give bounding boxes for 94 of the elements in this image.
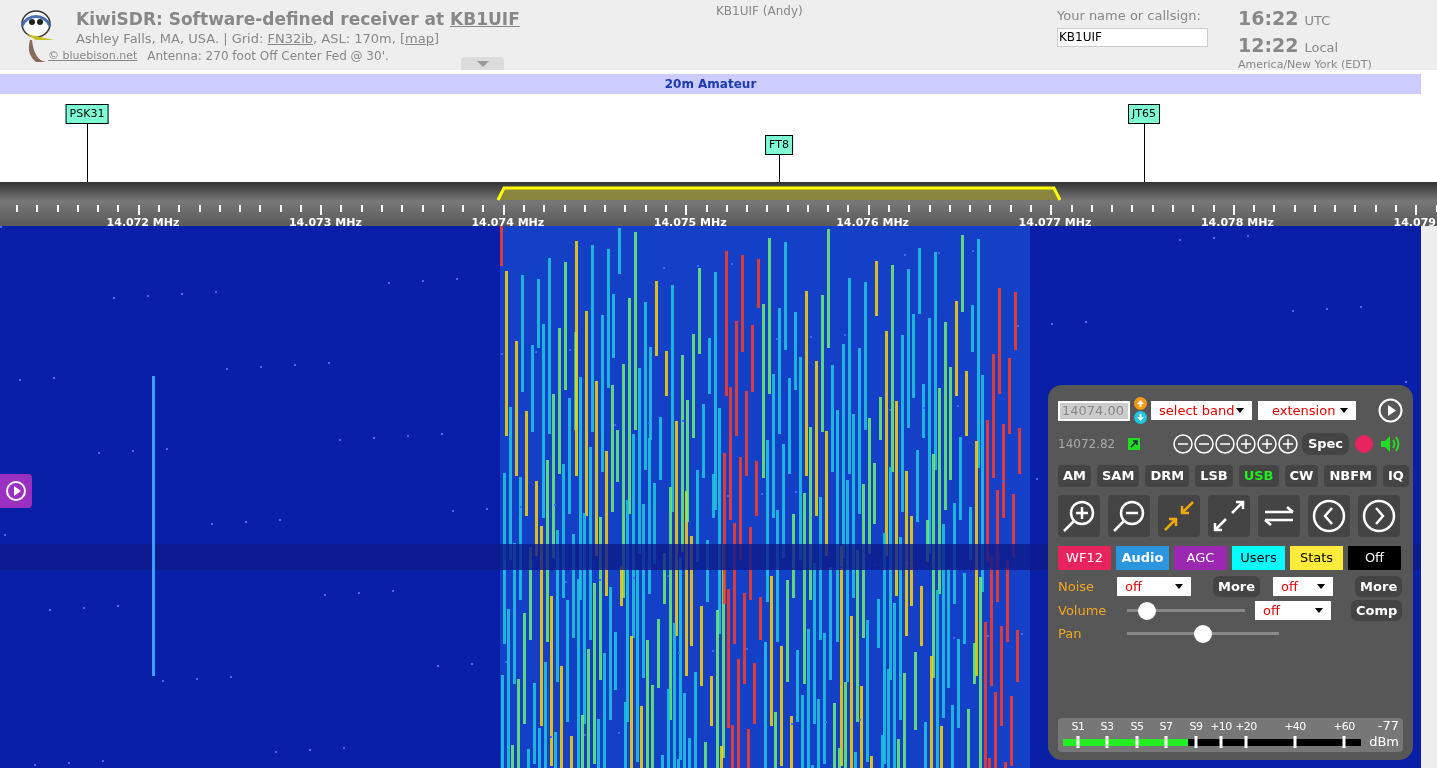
location-text: Ashley Falls, MA, USA. | Grid: FN32ib, ASL: 170m, [map] <box>76 30 441 48</box>
volume-label: Volume <box>1058 601 1108 620</box>
mode-button[interactable]: NBFM <box>1324 465 1377 487</box>
previous-button[interactable] <box>1308 495 1350 537</box>
frequency-label: 14.074 MHz <box>471 215 545 231</box>
filter-select[interactable]: off <box>1273 577 1334 596</box>
mode-button[interactable]: SAM <box>1097 465 1140 487</box>
next-icon <box>1361 498 1397 534</box>
panel-tab[interactable]: Stats <box>1290 546 1343 570</box>
mode-button[interactable]: AM <box>1058 465 1091 487</box>
mode-marker[interactable]: FT8 <box>765 135 793 155</box>
frequency-label: 14.076 MHz <box>836 215 909 231</box>
frequency-label: 14.072 MHz <box>106 215 180 231</box>
local-label: Local <box>1304 38 1339 57</box>
user-text: KB1UIF (Andy) <box>716 3 803 20</box>
play-button[interactable] <box>0 474 32 508</box>
callsign-field[interactable]: KB1UIF <box>1057 27 1208 47</box>
meter-label: +40 <box>1284 719 1306 735</box>
frequency-label: 14.079 <box>1393 215 1436 231</box>
zoom-in-icon <box>1061 498 1097 534</box>
play-icon <box>5 480 27 502</box>
expand-arrows-button[interactable] <box>1208 495 1250 537</box>
dropdown-caret-icon <box>1340 408 1348 413</box>
zoom-out-icon[interactable] <box>1214 434 1235 454</box>
frequency-label: 14.075 MHz <box>653 215 727 231</box>
panel-tab[interactable]: Users <box>1232 546 1285 570</box>
panel-tab[interactable]: AGC <box>1174 546 1227 570</box>
passband-icon[interactable] <box>496 184 1064 202</box>
caret-icon <box>476 60 489 67</box>
contract-arrows-button[interactable] <box>1158 495 1200 537</box>
meter-label: S9 <box>1189 719 1203 735</box>
meter-label: +20 <box>1235 719 1257 735</box>
mode-button[interactable]: DRM <box>1145 465 1190 487</box>
local-time: 12:22 <box>1238 32 1299 58</box>
play-icon[interactable] <box>1378 398 1403 423</box>
mode-button[interactable]: IQ <box>1383 465 1409 487</box>
dropdown-caret-icon <box>1315 608 1323 613</box>
zoom-out-button[interactable] <box>1108 495 1150 537</box>
band-bar: 20m Amateur <box>0 74 1421 94</box>
mode-marker[interactable]: JT65 <box>1128 104 1160 124</box>
scrollbar[interactable] <box>1421 226 1437 768</box>
mode-button[interactable]: USB <box>1238 465 1279 487</box>
external-link-icon[interactable] <box>1127 438 1140 450</box>
more-button[interactable]: More <box>1355 576 1403 597</box>
zoom-in-icon[interactable] <box>1277 434 1298 454</box>
frequency-label: 14.078 MHz <box>1200 215 1274 231</box>
dropdown-caret-icon <box>1236 408 1244 413</box>
band-select[interactable]: select band <box>1151 401 1252 420</box>
frequency-label: 14.073 MHz <box>288 215 362 231</box>
utc-label: UTC <box>1304 12 1331 30</box>
zoom-in-icon[interactable] <box>1235 434 1256 454</box>
previous-icon <box>1311 498 1347 534</box>
meter-label: +60 <box>1333 719 1355 735</box>
zoom-in-icon[interactable] <box>1256 434 1277 454</box>
name-label: Your name or callsign: <box>1057 8 1202 24</box>
comp-select[interactable]: off <box>1255 601 1331 620</box>
meter-unit: dBm <box>1369 733 1399 751</box>
swap-arrows-button[interactable] <box>1258 495 1300 537</box>
frequency-readout: 14072.82 <box>1058 436 1117 453</box>
pan-label: Pan <box>1058 625 1083 643</box>
panel-tab[interactable]: WF12 <box>1058 546 1111 570</box>
meter-label: S7 <box>1159 719 1173 735</box>
frequency-label: 14.077 MHz <box>1018 215 1092 231</box>
utc-time: 16:22 <box>1238 6 1299 31</box>
extension-select[interactable]: extension <box>1258 401 1356 420</box>
zoom-out-icon[interactable] <box>1172 434 1193 454</box>
zoom-in-button[interactable] <box>1058 495 1100 537</box>
more-button[interactable]: More <box>1213 576 1261 597</box>
arrow-down-icon[interactable] <box>1134 411 1147 424</box>
arrow-up-icon[interactable] <box>1134 397 1147 410</box>
comp-button[interactable]: Comp <box>1351 600 1403 621</box>
meter-label: S3 <box>1100 719 1114 735</box>
spec-button[interactable]: Spec <box>1301 433 1350 455</box>
site-title: KiwiSDR: Software-defined receiver at KB1UIF <box>76 8 520 30</box>
timezone-text: America/New York (EDT) <box>1238 57 1372 73</box>
zoom-out-icon[interactable] <box>1193 434 1214 454</box>
meter-label: S1 <box>1071 719 1085 735</box>
panel-tab[interactable]: Off <box>1348 546 1401 570</box>
slider-thumb[interactable] <box>1138 601 1157 620</box>
meter-label: +10 <box>1210 719 1232 735</box>
dropdown-caret-icon <box>1317 584 1326 589</box>
dropdown-caret-icon <box>1175 584 1183 589</box>
mode-button[interactable]: LSB <box>1195 465 1233 487</box>
noise-select[interactable]: off <box>1117 577 1191 596</box>
antenna-text: Antenna: 270 foot Off Center Fed @ 30'. <box>147 48 389 64</box>
mode-marker[interactable]: PSK31 <box>65 104 109 124</box>
noise-label: Noise <box>1058 577 1096 596</box>
meter-reading: -77 <box>1377 717 1399 735</box>
mode-button[interactable]: CW <box>1284 465 1319 487</box>
slider-thumb[interactable] <box>1194 624 1212 643</box>
expand-arrows-icon <box>1211 498 1247 534</box>
meter-label: S5 <box>1130 719 1144 735</box>
zoom-out-icon <box>1111 498 1147 534</box>
next-button[interactable] <box>1358 495 1400 537</box>
